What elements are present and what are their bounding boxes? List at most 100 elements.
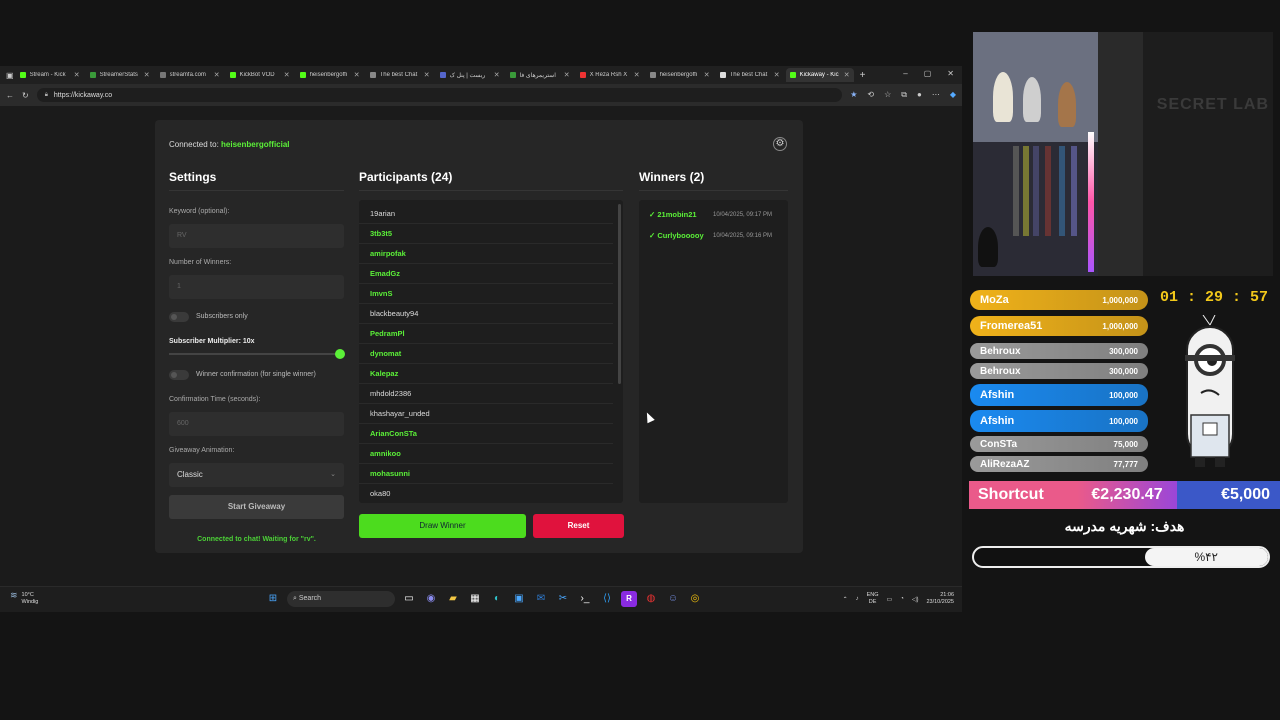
terminal-icon[interactable]: ›_	[577, 591, 593, 607]
photos-icon[interactable]: ▣	[511, 591, 527, 607]
browser-tab[interactable]: streamfa.com ✕	[156, 68, 224, 82]
snipping-tool-icon[interactable]: ✂	[555, 591, 571, 607]
multiplier-slider[interactable]	[169, 349, 345, 359]
tab-favicon-icon	[579, 72, 586, 78]
weather-widget[interactable]: ≋ 10°C Windig	[10, 591, 39, 606]
tab-title: The best Chat	[729, 72, 768, 78]
browser-tab[interactable]: X Reza Rsh X ✕	[576, 68, 644, 82]
participants-list[interactable]: 19arian 3tb3t5 amirpofak EmadGz ImvnS blackbe…	[359, 200, 623, 503]
clock[interactable]: 21:06 23/10/2025	[926, 592, 954, 606]
maximize-icon[interactable]: ▢	[924, 69, 932, 78]
network-icon[interactable]: ▭	[887, 596, 893, 603]
tab-bar: ▣ Stream - Kick ✕ StreamerStats ✕ streamfa.c…	[0, 66, 962, 84]
taskbar-search[interactable]: ⌕ Search	[287, 591, 395, 607]
tab-close-icon[interactable]: ✕	[634, 71, 640, 79]
browser-tab[interactable]: The best Chat ✕	[716, 68, 784, 82]
browser-tab[interactable]: Kickaway - Kic ✕	[785, 68, 854, 82]
profile-avatar-icon[interactable]: ●	[917, 90, 922, 100]
tab-close-icon[interactable]: ✕	[774, 71, 780, 79]
browser-tab[interactable]: heisenbergoffi ✕	[296, 68, 364, 82]
participant-row: mhdold2386	[359, 384, 613, 404]
winners-count-input[interactable]: 1	[169, 275, 344, 299]
browser-tab[interactable]: heisenbergoffi ✕	[646, 68, 714, 82]
outlook-icon[interactable]: ✉	[533, 591, 549, 607]
winners-list: ✓ 21mobin21 10/04/2025, 09:17 PM ✓ Curlybo…	[639, 200, 788, 503]
tab-favicon-icon	[719, 72, 726, 78]
language-indicator[interactable]: ENG DE	[867, 592, 879, 606]
copilot-icon[interactable]: ◆	[950, 90, 956, 100]
mic-icon[interactable]: ♪	[856, 596, 859, 602]
tab-close-icon[interactable]: ✕	[704, 71, 710, 79]
tab-close-icon[interactable]: ✕	[424, 71, 430, 79]
rider-icon[interactable]: R	[621, 591, 637, 607]
participant-row: ArianConSTa	[359, 424, 613, 444]
tab-actions-icon[interactable]: ▣	[6, 71, 14, 80]
keyword-input[interactable]: RV	[169, 224, 344, 248]
edge-icon[interactable]: ◐	[489, 591, 505, 607]
obs-icon[interactable]: ◍	[643, 591, 659, 607]
tab-close-icon[interactable]: ✕	[144, 71, 150, 79]
file-explorer-icon[interactable]: ▰	[445, 591, 461, 607]
collections-icon[interactable]: ⧉	[901, 90, 907, 100]
tab-close-icon[interactable]: ✕	[494, 71, 500, 79]
more-menu-icon[interactable]: ⋯	[932, 90, 940, 100]
teams-icon[interactable]: ◉	[423, 591, 439, 607]
browser-tab[interactable]: StreamerStats ✕	[86, 68, 154, 82]
minimize-icon[interactable]: –	[903, 69, 907, 78]
participant-row: amirpofak	[359, 244, 613, 264]
winners-title: Winners (2)	[639, 170, 705, 184]
browser-toolbar-icons: ★ ⟲ ☆ ⧉ ● ⋯ ◆	[850, 90, 956, 100]
donor-amount: 75,000	[1113, 439, 1138, 449]
bookmark-star-icon[interactable]: ★	[850, 90, 857, 100]
gear-icon[interactable]: ⚙	[773, 137, 787, 151]
start-giveaway-button[interactable]: Start Giveaway	[169, 495, 344, 519]
winner-confirmation-toggle[interactable]	[169, 370, 189, 380]
draw-winner-button[interactable]: Draw Winner	[359, 514, 526, 538]
chrome-icon[interactable]: ◎	[687, 591, 703, 607]
refresh-icon[interactable]: ↻	[22, 91, 29, 100]
browser-tab[interactable]: KickBot VOD ✕	[226, 68, 294, 82]
address-bar[interactable]: 🔒︎ https://kickaway.co	[36, 88, 843, 102]
tab-favicon-icon	[509, 72, 516, 78]
animation-select[interactable]: Classic ⌄	[169, 463, 344, 487]
participant-row: khashayar_unded	[359, 404, 613, 424]
store-icon[interactable]: ▦	[467, 591, 483, 607]
winner-row: ✓ Curlybooooy 10/04/2025, 09:16 PM	[639, 225, 788, 246]
browser-tab[interactable]: استریمرهای ‌فا ✕	[506, 68, 574, 82]
confirm-time-input[interactable]: 600	[169, 412, 344, 436]
discord-icon[interactable]: ☺	[665, 591, 681, 607]
extensions-icon[interactable]: ⟲	[867, 90, 874, 100]
tab-close-icon[interactable]: ✕	[214, 71, 220, 79]
scrollbar[interactable]	[618, 204, 621, 384]
goal-progress-bar: %۴۲	[972, 546, 1270, 568]
browser-tab[interactable]: ریست | پنل ک ✕	[436, 68, 504, 82]
minion-mascot	[1185, 315, 1235, 467]
windows-start-icon[interactable]: ⊞	[265, 591, 281, 607]
back-icon[interactable]: ←	[6, 91, 14, 100]
tab-close-icon[interactable]: ✕	[354, 71, 360, 79]
task-view-icon[interactable]: ▭	[401, 591, 417, 607]
reset-button[interactable]: Reset	[533, 514, 624, 538]
browser-tab[interactable]: The best Chat ✕	[366, 68, 434, 82]
volume-icon[interactable]: ◁)	[912, 596, 919, 603]
favorites-icon[interactable]: ☆	[884, 90, 891, 100]
tab-favicon-icon	[439, 72, 446, 78]
giveaway-card: Connected to: heisenbergofficial ⚙ Setti…	[155, 120, 803, 553]
chevron-up-icon[interactable]: ⌃	[843, 596, 848, 603]
tab-close-icon[interactable]: ✕	[564, 71, 570, 79]
gaming-chair	[1143, 32, 1273, 276]
vscode-icon[interactable]: ⟨⟩	[599, 591, 615, 607]
tab-close-icon[interactable]: ✕	[844, 71, 850, 79]
weather-condition: Windig	[21, 599, 39, 605]
wifi-icon[interactable]: ◔	[900, 596, 904, 602]
tab-close-icon[interactable]: ✕	[284, 71, 290, 79]
donor-row: MoZa 1,000,000	[970, 290, 1148, 310]
participant-row: PedramPl	[359, 324, 613, 344]
subscribers-only-toggle[interactable]	[169, 312, 189, 322]
close-icon[interactable]: ✕	[947, 69, 954, 78]
donor-name: Behroux	[980, 365, 1021, 377]
slider-knob[interactable]	[335, 349, 345, 359]
tab-close-icon[interactable]: ✕	[74, 71, 80, 79]
new-tab-button[interactable]: +	[860, 70, 866, 81]
browser-tab[interactable]: Stream - Kick ✕	[16, 68, 84, 82]
